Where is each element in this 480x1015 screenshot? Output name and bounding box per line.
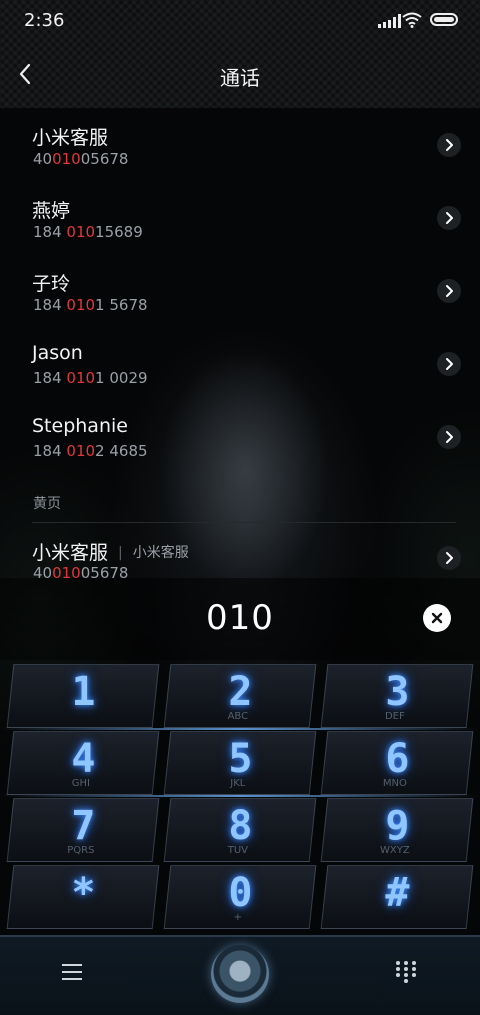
chevron-right-icon[interactable] xyxy=(437,279,461,303)
contact-name: 小米客服 xyxy=(32,127,109,149)
contact-number: 184 0102 4685 xyxy=(33,442,148,460)
dial-keypad: 1 2 ABC 3 DEF 4 GHI 5 JKL 6 MNO 7 PQRS 8 TUV 9W… xyxy=(0,660,480,935)
key-0[interactable]: 0 + xyxy=(163,865,317,929)
key-star[interactable]: * xyxy=(6,865,160,929)
keypad-glow xyxy=(0,795,480,797)
status-bar: 2:36 xyxy=(0,0,480,42)
menu-icon[interactable] xyxy=(62,964,82,980)
dial-input-display: 010 xyxy=(0,578,480,660)
chevron-right-icon[interactable] xyxy=(437,133,461,157)
contact-row[interactable]: Stephanie 184 0102 4685 xyxy=(0,400,480,472)
wifi-icon xyxy=(402,12,422,28)
contact-number: 184 0101 0029 xyxy=(33,369,148,387)
yellow-pages-category: 小米客服 xyxy=(132,545,189,561)
page-title: 通话 xyxy=(220,66,260,90)
key-1[interactable]: 1 xyxy=(6,664,160,728)
key-9[interactable]: 9 WXYZ xyxy=(320,798,474,862)
key-8[interactable]: 8 TUV xyxy=(163,798,317,862)
contact-number: 184 0101 5678 xyxy=(33,296,148,314)
contact-row[interactable]: 小米客服 4001005678 xyxy=(0,108,480,180)
key-hash[interactable]: # xyxy=(320,865,474,929)
contact-name: 子玲 xyxy=(32,273,71,295)
key-3[interactable]: 3 DEF xyxy=(320,664,474,728)
signal-icon xyxy=(378,14,401,28)
section-label-yellow-pages: 黄页 xyxy=(33,496,61,512)
chevron-right-icon[interactable] xyxy=(437,352,461,376)
status-time: 2:36 xyxy=(24,10,65,31)
key-4[interactable]: 4 GHI xyxy=(6,731,160,795)
chevron-right-icon[interactable] xyxy=(437,425,461,449)
bottom-bar xyxy=(0,935,480,1015)
battery-icon xyxy=(430,13,458,26)
contact-name: Jason xyxy=(32,342,83,364)
contact-row[interactable]: 子玲 184 0101 5678 xyxy=(0,254,480,326)
contact-row[interactable]: 燕婷 184 01015689 xyxy=(0,181,480,253)
contact-row[interactable]: Jason 184 0101 0029 xyxy=(0,327,480,399)
chevron-right-icon[interactable] xyxy=(437,206,461,230)
contact-name: Stephanie xyxy=(32,415,128,437)
dialed-number: 010 xyxy=(206,598,274,638)
separator: | xyxy=(118,545,123,561)
call-icon[interactable] xyxy=(211,945,269,1003)
app-header: 通话 xyxy=(0,48,480,104)
keypad-icon[interactable] xyxy=(396,961,416,983)
close-icon[interactable] xyxy=(423,604,451,632)
contact-name: 燕婷 xyxy=(32,200,71,222)
keypad-glow xyxy=(0,728,480,730)
key-2[interactable]: 2 ABC xyxy=(163,664,317,728)
divider xyxy=(32,522,456,523)
contact-number: 4001005678 xyxy=(33,150,129,168)
key-5[interactable]: 5 JKL xyxy=(163,731,317,795)
chevron-right-icon[interactable] xyxy=(437,546,461,570)
yellow-pages-entry: 小米客服 | 小米客服 xyxy=(32,538,189,565)
contact-number: 184 01015689 xyxy=(33,223,143,241)
key-6[interactable]: 6 MNO xyxy=(320,731,474,795)
key-7[interactable]: 7 PQRS xyxy=(6,798,160,862)
yellow-pages-name: 小米客服 xyxy=(32,542,109,564)
